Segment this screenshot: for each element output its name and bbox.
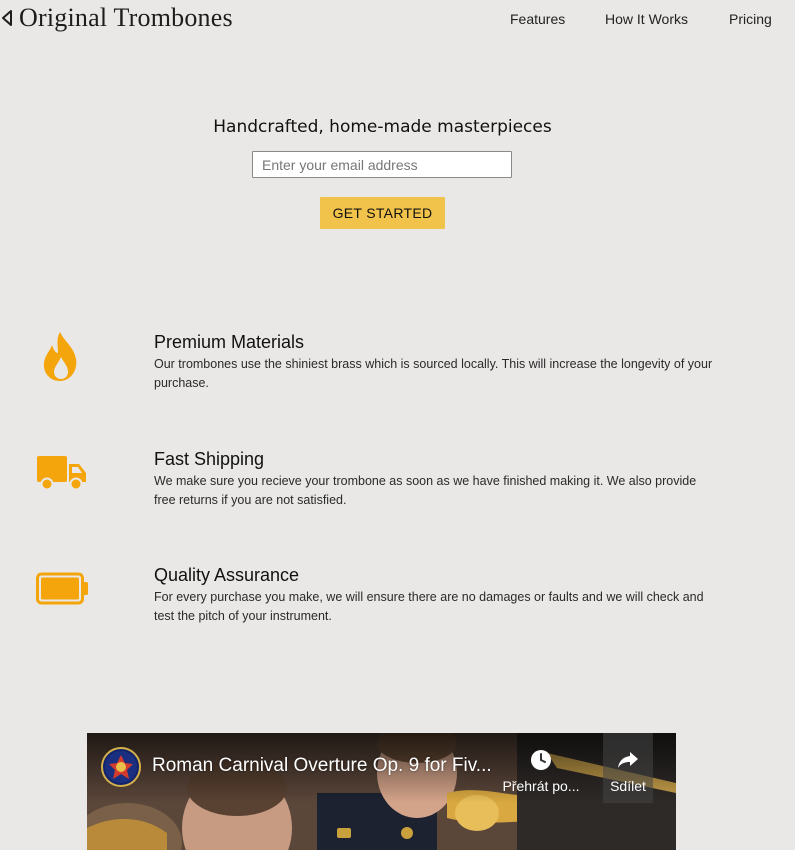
video-player[interactable]: Roman Carnival Overture Op. 9 for Fiv...… — [87, 733, 676, 850]
brand-name: Original Trombones — [19, 3, 233, 32]
battery-icon — [36, 572, 88, 605]
feature-description: Our trombones use the shiniest brass whi… — [154, 357, 713, 390]
share-button[interactable]: Sdílet — [603, 749, 653, 794]
feature-quality-assurance: Quality Assurance For every purchase you… — [0, 565, 795, 645]
clock-icon — [531, 750, 551, 770]
hero-title-text: Handcrafted, home-made masterpieces — [213, 117, 552, 137]
feature-fast-shipping: Fast Shipping We make sure you recieve y… — [0, 449, 795, 529]
watch-later-label: Přehrát po... — [502, 778, 580, 794]
truck-icon — [37, 456, 86, 491]
trombone-logo-icon — [2, 10, 12, 26]
nav-link-how-it-works[interactable]: How It Works — [605, 11, 688, 27]
watch-later-button[interactable]: Přehrát po... — [497, 749, 585, 794]
feature-description: We make sure you recieve your trombone a… — [154, 474, 697, 507]
get-started-button[interactable]: GET STARTED — [320, 197, 445, 229]
share-arrow-icon — [618, 752, 638, 768]
email-input[interactable] — [252, 151, 512, 178]
feature-title: Quality Assurance — [154, 565, 300, 585]
landing-page: Original Trombones Features How It Works… — [0, 0, 795, 850]
feature-description: For every purchase you make, we will ens… — [154, 590, 704, 623]
feature-premium-materials: Premium Materials Our trombones use the … — [0, 332, 795, 412]
hero-title: Handcrafted, home-made masterpieces — [0, 116, 765, 137]
channel-avatar[interactable] — [101, 747, 141, 787]
feature-title: Fast Shipping — [154, 449, 265, 469]
brand-logo[interactable]: Original Trombones — [0, 2, 233, 34]
feature-title: Premium Materials — [154, 332, 305, 352]
share-label: Sdílet — [610, 778, 646, 794]
video-title[interactable]: Roman Carnival Overture Op. 9 for Fiv... — [152, 755, 492, 777]
fire-icon — [43, 332, 77, 381]
nav-link-features[interactable]: Features — [510, 11, 565, 27]
nav-link-pricing[interactable]: Pricing — [729, 11, 772, 27]
channel-emblem-icon — [105, 751, 137, 783]
site-header: Original Trombones Features How It Works… — [0, 0, 795, 40]
